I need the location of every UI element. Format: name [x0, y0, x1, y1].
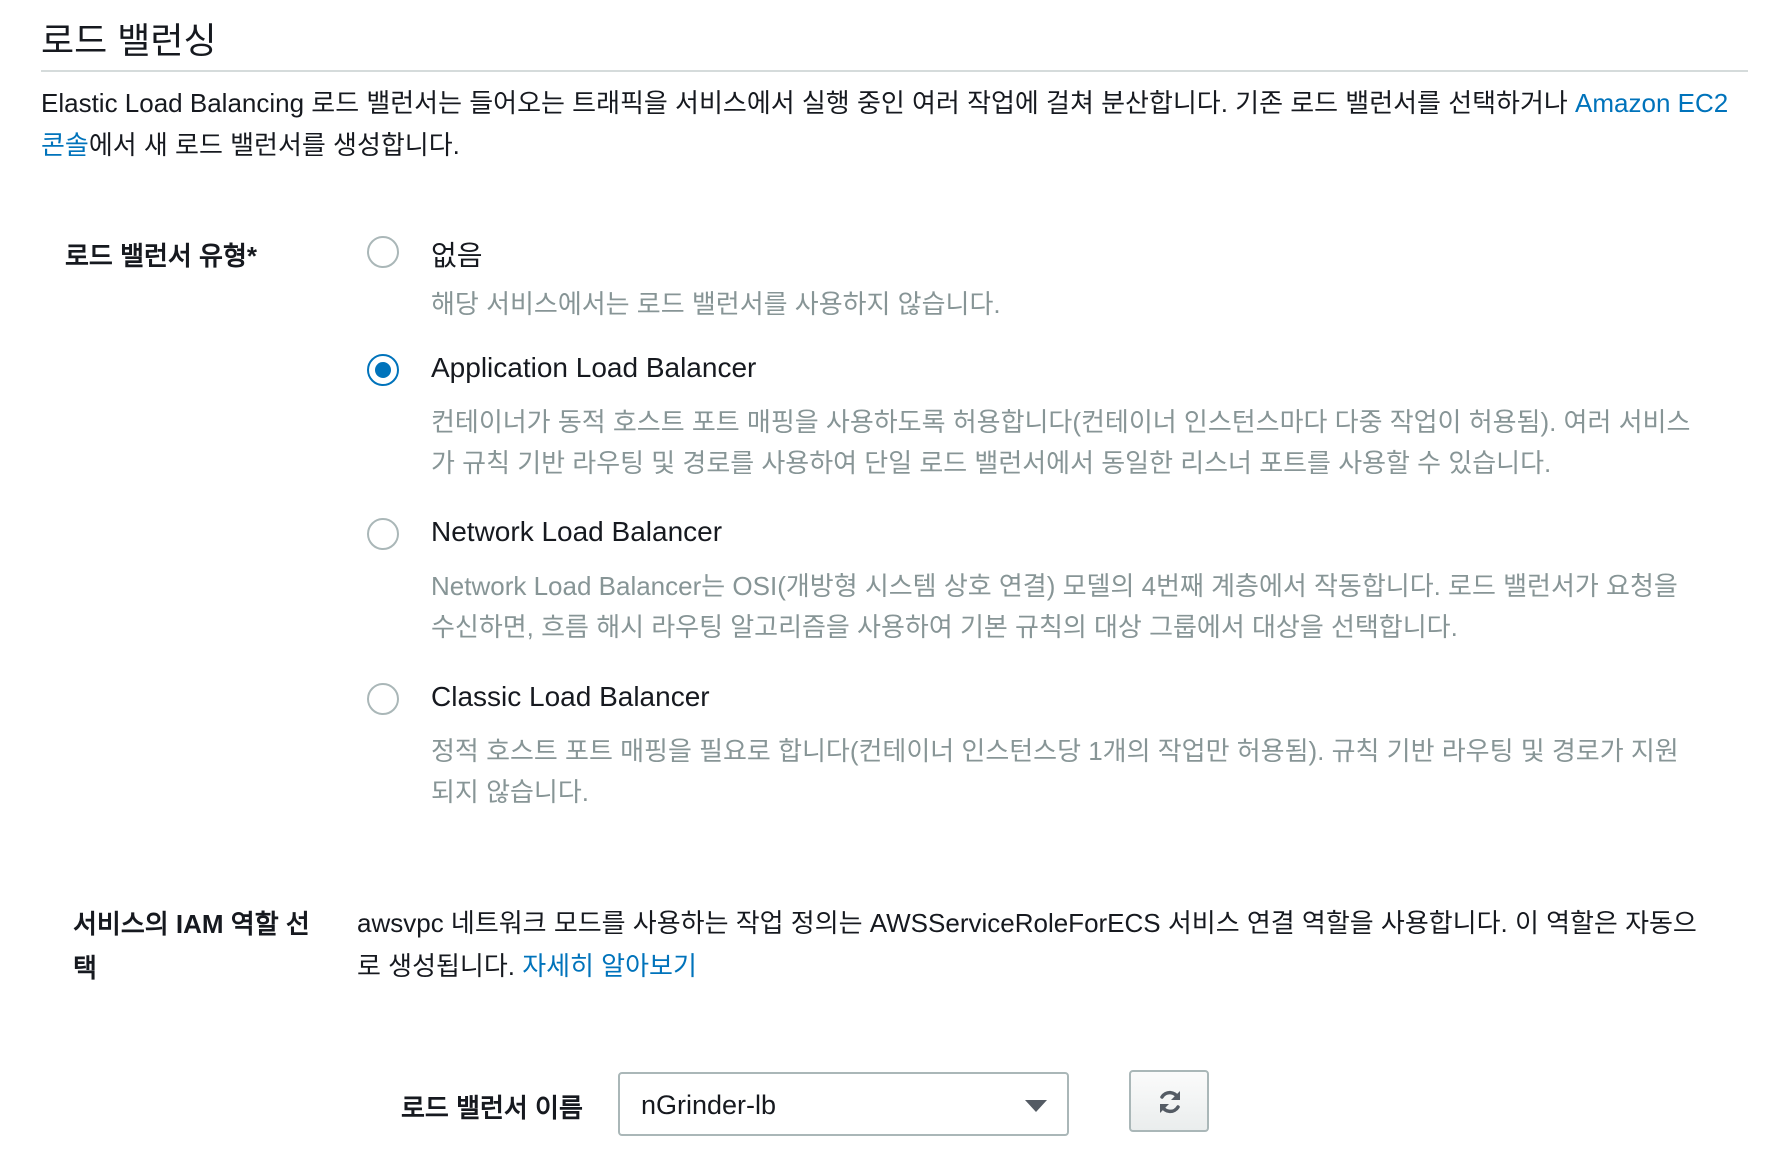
radio-label-none[interactable]: 없음 [431, 234, 483, 274]
section-divider [41, 70, 1748, 72]
radio-button-none[interactable] [367, 236, 399, 268]
iam-role-label: 서비스의 IAM 역할 선택 [73, 909, 310, 983]
radio-description-classic-load-balancer: 정적 호스트 포트 매핑을 필요로 합니다(컨테이너 인스턴스당 1개의 작업만… [431, 736, 1679, 807]
load-balancer-name-label: 로드 밸런서 이름 [401, 1093, 583, 1123]
radio-description-none: 해당 서비스에서는 로드 밸런서를 사용하지 않습니다. [431, 289, 1001, 319]
radio-description-application-load-balancer: 컨테이너가 동적 호스트 포트 매핑을 사용하도록 허용합니다(컨테이너 인스턴… [431, 407, 1691, 478]
intro-text: Elastic Load Balancing 로드 밸런서는 들어오는 트래픽을… [41, 88, 1576, 118]
radio-label-classic-load-balancer[interactable]: Classic Load Balancer [431, 681, 710, 713]
radio-button-network-load-balancer[interactable] [367, 518, 399, 550]
radio-description-network-load-balancer: Network Load Balancer는 OSI(개방형 시스템 상호 연결… [431, 571, 1678, 642]
section-title: 로드 밸런싱 [41, 20, 217, 61]
load-balancer-name-value: nGrinder-lb [641, 1090, 777, 1120]
caret-down-icon [1025, 1100, 1047, 1112]
refresh-button[interactable] [1129, 1070, 1209, 1132]
radio-label-network-load-balancer[interactable]: Network Load Balancer [431, 516, 722, 548]
radio-label-application-load-balancer[interactable]: Application Load Balancer [431, 352, 756, 384]
radio-button-classic-load-balancer[interactable] [367, 683, 399, 715]
section-intro: Elastic Load Balancing 로드 밸런서는 들어오는 트래픽을… [41, 82, 1748, 166]
radio-button-application-load-balancer[interactable] [367, 354, 399, 386]
iam-role-description: awsvpc 네트워크 모드를 사용하는 작업 정의는 AWSServiceRo… [357, 902, 1717, 988]
learn-more-link[interactable]: 자세히 알아보기 [522, 951, 697, 981]
intro-text-after: 에서 새 로드 밸런서를 생성합니다. [88, 130, 460, 160]
load-balancer-type-label: 로드 밸런서 유형* [65, 241, 258, 271]
load-balancer-name-select[interactable]: nGrinder-lb [618, 1072, 1069, 1136]
refresh-icon [1160, 1090, 1180, 1114]
